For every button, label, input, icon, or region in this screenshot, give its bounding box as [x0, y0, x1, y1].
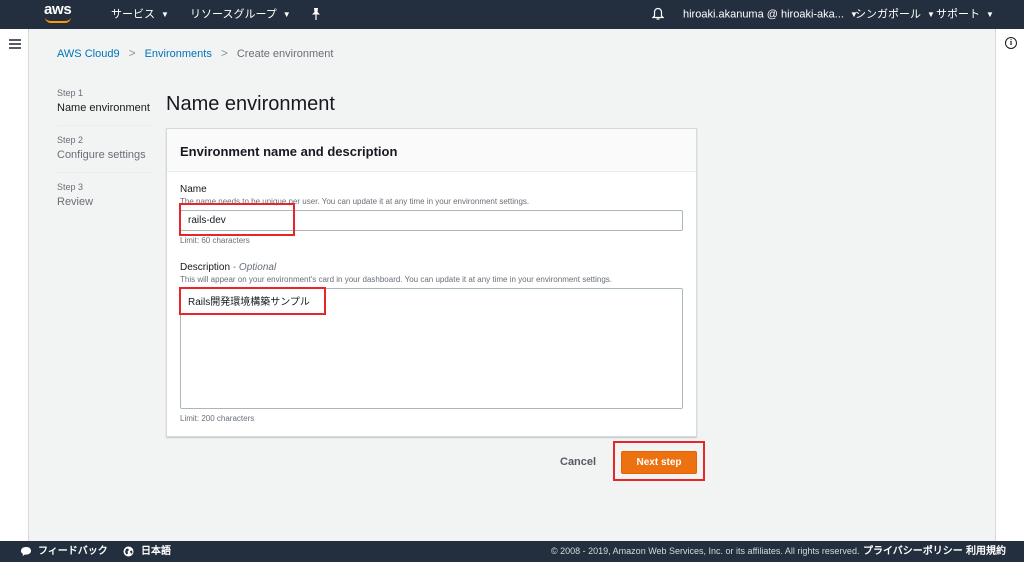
step-number: Step 1 — [57, 88, 84, 98]
globe-icon — [123, 546, 134, 557]
breadcrumb-current: Create environment — [236, 48, 334, 60]
step-label: Review — [57, 196, 94, 208]
step-label: Configure settings — [57, 149, 146, 161]
breadcrumb: AWS Cloud9 > Environments > Create environme… — [57, 46, 333, 60]
description-textarea[interactable]: Rails開発環境構築サンプル — [180, 288, 683, 409]
chevron-down-icon: ▼ — [927, 10, 935, 19]
terms-link[interactable]: 利用規約 — [966, 541, 1006, 562]
info-icon[interactable]: i — [1005, 37, 1017, 49]
panel-header: Environment name and description — [167, 129, 696, 172]
cancel-button[interactable]: Cancel — [560, 455, 596, 469]
feedback-link[interactable]: フィードバック — [38, 541, 108, 562]
name-limit: Limit: 60 characters — [180, 236, 250, 245]
step-2: Step 2 Configure settings — [57, 135, 152, 173]
chevron-right-icon: > — [128, 46, 136, 60]
chat-bubble-icon — [21, 547, 31, 556]
aws-logo[interactable]: aws — [44, 1, 74, 25]
name-input[interactable] — [180, 210, 683, 231]
services-menu-label: サービス — [111, 8, 155, 21]
description-label-text: Description — [180, 262, 231, 273]
support-label: サポート — [936, 8, 980, 21]
services-menu[interactable]: サービス ▼ — [111, 0, 169, 29]
breadcrumb-cloud9[interactable]: AWS Cloud9 — [57, 48, 120, 60]
bell-icon[interactable] — [652, 7, 664, 21]
copyright-text: © 2008 - 2019, Amazon Web Services, Inc.… — [551, 546, 860, 556]
top-navigation: aws サービス ▼ リソースグループ ▼ hiroaki.akanuma @ hi… — [0, 0, 1024, 29]
chevron-down-icon: ▼ — [282, 10, 291, 19]
resource-groups-menu[interactable]: リソースグループ ▼ — [190, 0, 291, 29]
step-3: Step 3 Review — [57, 182, 152, 219]
menu-icon[interactable] — [9, 39, 21, 49]
chevron-down-icon: ▼ — [161, 10, 169, 19]
right-help-rail: i — [995, 29, 1024, 541]
chevron-down-icon: ▼ — [986, 10, 994, 19]
description-label: Description - Optional — [180, 262, 276, 273]
aws-logo-smile — [45, 17, 71, 23]
description-help: This will appear on your environment's c… — [180, 275, 612, 284]
wizard-steps: Step 1 Name environment Step 2 Configure… — [57, 88, 152, 228]
optional-tag: - Optional — [230, 262, 277, 273]
breadcrumb-environments[interactable]: Environments — [145, 48, 212, 60]
account-menu[interactable]: hiroaki.akanuma @ hiroaki-aka... ▼ — [683, 0, 858, 29]
name-label: Name — [180, 184, 207, 195]
page-title: Name environment — [166, 93, 335, 115]
resource-groups-label: リソースグループ — [190, 8, 277, 21]
step-number: Step 3 — [57, 182, 84, 192]
aws-logo-text: aws — [44, 1, 72, 18]
privacy-policy-link[interactable]: プライバシーポリシー — [863, 541, 963, 562]
account-label: hiroaki.akanuma @ hiroaki-aka... — [683, 8, 844, 21]
next-step-button[interactable]: Next step — [621, 451, 697, 474]
step-label: Name environment — [57, 102, 150, 114]
region-label: シンガポール — [855, 8, 921, 21]
footer: フィードバック 日本語 © 2008 - 2019, Amazon Web Se… — [0, 541, 1024, 562]
step-number: Step 2 — [57, 135, 84, 145]
support-menu[interactable]: サポート ▼ — [936, 0, 994, 29]
region-menu[interactable]: シンガポール ▼ — [855, 0, 935, 29]
pin-icon[interactable] — [310, 7, 322, 21]
step-1: Step 1 Name environment — [57, 88, 152, 126]
environment-form-panel: Environment name and description Name Th… — [166, 128, 697, 437]
language-selector[interactable]: 日本語 — [141, 541, 171, 562]
left-sidebar-rail — [0, 29, 29, 541]
description-limit: Limit: 200 characters — [180, 414, 255, 423]
name-description: The name needs to be unique per user. Yo… — [180, 197, 530, 206]
chevron-right-icon: > — [220, 46, 228, 60]
